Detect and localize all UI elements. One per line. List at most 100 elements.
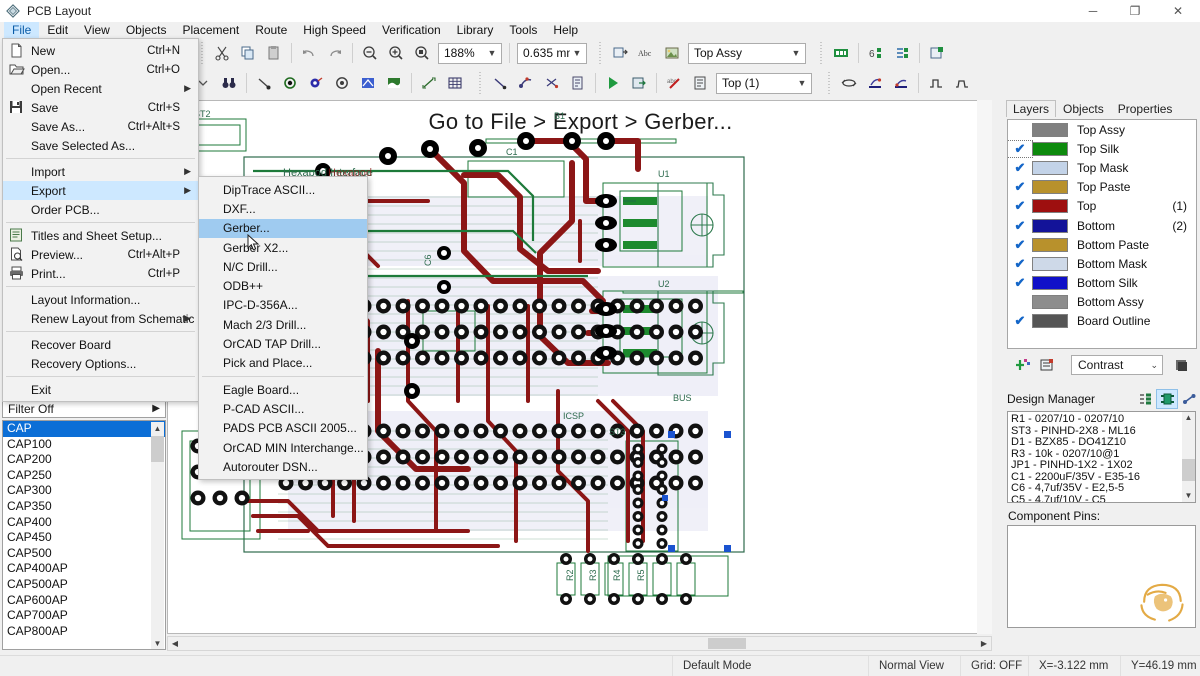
export-item-gerber-x2[interactable]: Gerber X2... [199, 238, 367, 257]
copy-icon[interactable] [235, 41, 261, 65]
zoom-in-icon[interactable] [383, 41, 409, 65]
layer-row[interactable]: Bottom Assy [1008, 293, 1196, 312]
differential-pair-icon[interactable] [923, 71, 949, 95]
file-menu-item-new[interactable]: NewCtrl+N [3, 41, 198, 60]
color-palette-icon[interactable] [1169, 354, 1193, 376]
run-play-icon[interactable] [600, 71, 626, 95]
export-step-icon[interactable] [626, 71, 652, 95]
close-button[interactable]: ✕ [1156, 0, 1200, 22]
layer-color-swatch[interactable] [1032, 161, 1068, 175]
active-layer-select[interactable]: Top Assy ▼ [688, 43, 806, 64]
layer-color-swatch[interactable] [1032, 219, 1068, 233]
undo-arrow-icon[interactable] [296, 41, 322, 65]
layer-visible-checkmark-icon[interactable]: ✔ [1008, 256, 1032, 272]
list-item[interactable]: CAP300 [3, 483, 165, 499]
menu-view[interactable]: View [76, 22, 118, 39]
list-item[interactable]: CAP500 [3, 546, 165, 562]
list-item[interactable]: CAP500AP [3, 577, 165, 593]
layer-row[interactable]: ✔Top Paste [1008, 178, 1196, 197]
layer-row[interactable]: ✔Top Silk [1008, 139, 1196, 158]
file-menu-item-save-as[interactable]: Save As...Ctrl+Alt+S [3, 117, 198, 136]
export-item-autorouter-dsn[interactable]: Autorouter DSN... [199, 457, 367, 476]
file-menu-item-renew-layout-from-schematic[interactable]: Renew Layout from Schematic▶ [3, 309, 198, 328]
layer-color-swatch[interactable] [1032, 257, 1068, 271]
copper-pour-icon[interactable] [381, 71, 407, 95]
grid-icon[interactable] [442, 71, 468, 95]
filter-arrow-icon[interactable]: ▶ [152, 403, 160, 414]
layer-down-icon[interactable] [888, 71, 914, 95]
scroll-left-arrow-icon[interactable]: ◀ [168, 637, 182, 650]
file-menu-item-print[interactable]: Print...Ctrl+P [3, 264, 198, 283]
layer-color-swatch[interactable] [1032, 180, 1068, 194]
components-icon[interactable] [1156, 389, 1178, 409]
scroll-up-arrow-icon[interactable]: ▲ [1182, 412, 1195, 424]
toolbar-grip[interactable] [819, 42, 826, 64]
list-item[interactable]: CAP350 [3, 499, 165, 515]
flip-icon[interactable] [836, 71, 862, 95]
dimension-icon[interactable] [416, 71, 442, 95]
nets-icon[interactable] [1178, 389, 1200, 409]
file-menu-item-preview[interactable]: Preview...Ctrl+Alt+P [3, 245, 198, 264]
list-item[interactable]: CAP700AP [3, 608, 165, 624]
cut-trace-icon[interactable] [539, 71, 565, 95]
menu-objects[interactable]: Objects [118, 22, 175, 39]
renumber-icon[interactable] [889, 41, 915, 65]
drc-check-icon[interactable]: abc [661, 71, 687, 95]
design-manager-list[interactable]: R1 - 0207/10 - 0207/10ST3 - PINHD-2X8 - … [1007, 411, 1196, 503]
menu-edit[interactable]: Edit [39, 22, 76, 39]
layer-up-icon[interactable] [862, 71, 888, 95]
menu-file[interactable]: File [4, 22, 39, 39]
menu-tools[interactable]: Tools [501, 22, 545, 39]
layer-color-swatch[interactable] [1032, 142, 1068, 156]
scrollbar-thumb[interactable] [1182, 459, 1195, 481]
export-item-orcad-tap-drill[interactable]: OrCAD TAP Drill... [199, 334, 367, 353]
layer-color-swatch[interactable] [1032, 314, 1068, 328]
image-icon[interactable] [659, 41, 685, 65]
layer-row[interactable]: ✔Bottom Silk [1008, 274, 1196, 293]
layer-color-swatch[interactable] [1032, 276, 1068, 290]
polygon-icon[interactable] [355, 71, 381, 95]
abc-text-icon[interactable]: Abc [633, 41, 659, 65]
layer-row[interactable]: Top Assy [1008, 120, 1196, 139]
list-item[interactable]: CAP200 [3, 452, 165, 468]
zoom-out-icon[interactable] [357, 41, 383, 65]
meander-icon[interactable] [949, 71, 975, 95]
scrollbar-thumb[interactable] [151, 436, 164, 462]
component-pins-list[interactable] [1007, 525, 1196, 628]
layer-visible-checkmark-icon[interactable]: ✔ [1008, 160, 1032, 176]
design-manager-item[interactable]: R1 - 0207/10 - 0207/10 [1011, 414, 1195, 426]
file-menu-item-titles-and-sheet-setup[interactable]: Titles and Sheet Setup... [3, 226, 198, 245]
list-item[interactable]: CAP400AP [3, 561, 165, 577]
trace-line-icon[interactable] [251, 71, 277, 95]
layer-visible-checkmark-icon[interactable]: ✔ [1008, 141, 1032, 157]
file-menu-item-order-pcb[interactable]: Order PCB... [3, 200, 198, 219]
export-item-mach-2-3-drill[interactable]: Mach 2/3 Drill... [199, 315, 367, 334]
tab-layers[interactable]: Layers [1006, 100, 1056, 117]
design-manager-scrollbar[interactable]: ▲ ▼ [1182, 412, 1195, 502]
export-item-orcad-min-interchange[interactable]: OrCAD MIN Interchange... [199, 438, 367, 457]
pad-icon[interactable] [303, 71, 329, 95]
canvas-horizontal-scrollbar[interactable]: ◀ ▶ [167, 636, 992, 651]
via-icon[interactable] [277, 71, 303, 95]
tree-view-icon[interactable] [1134, 389, 1156, 409]
route-manual-icon[interactable] [487, 71, 513, 95]
design-manager-item[interactable]: D1 - BZX85 - DO41Z10 [1011, 437, 1195, 449]
export-item-eagle-board[interactable]: Eagle Board... [199, 380, 367, 399]
layer-visible-checkmark-icon[interactable]: ✔ [1008, 313, 1032, 329]
toolbar-grip[interactable] [598, 42, 605, 64]
scroll-right-arrow-icon[interactable]: ▶ [977, 637, 991, 650]
layer-visible-checkmark-icon[interactable]: ✔ [1008, 179, 1032, 195]
export-item-dxf[interactable]: DXF... [199, 199, 367, 218]
report-icon[interactable] [924, 41, 950, 65]
export-item-odb[interactable]: ODB++ [199, 276, 367, 295]
menu-placement[interactable]: Placement [175, 22, 248, 39]
tab-objects[interactable]: Objects [1056, 100, 1111, 117]
export-item-diptrace-ascii[interactable]: DipTrace ASCII... [199, 180, 367, 199]
zoom-area-icon[interactable] [409, 41, 435, 65]
list-item[interactable]: CAP600AP [3, 593, 165, 609]
toolbar-grip[interactable] [478, 72, 485, 94]
net-connect-icon[interactable] [828, 41, 854, 65]
scroll-down-arrow-icon[interactable]: ▼ [151, 637, 164, 650]
file-menu-item-open-recent[interactable]: Open Recent▶ [3, 79, 198, 98]
menu-help[interactable]: Help [545, 22, 586, 39]
